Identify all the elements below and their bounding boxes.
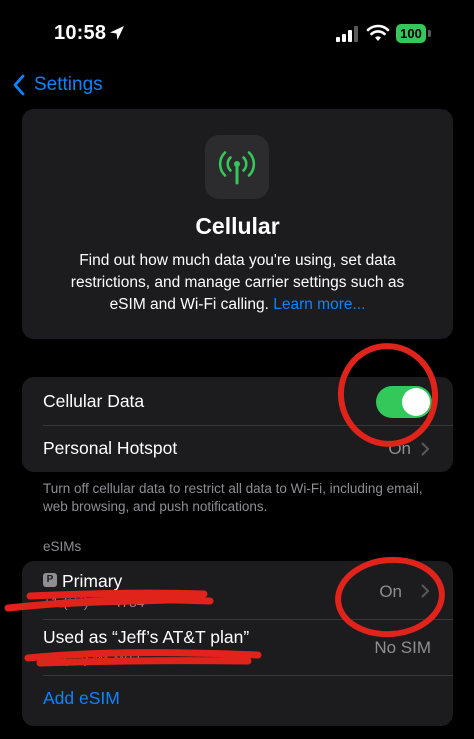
chevron-left-icon [13, 74, 25, 96]
primary-badge: P [43, 573, 57, 587]
battery-icon: 100 [396, 24, 426, 43]
wifi-icon [366, 24, 390, 41]
back-label: Settings [34, 74, 103, 95]
add-esim-button[interactable]: Add eSIM [43, 688, 120, 709]
row-separator [43, 425, 453, 426]
toggle-knob [402, 388, 430, 416]
row-separator [43, 675, 453, 676]
antenna-icon [205, 135, 269, 199]
personal-hotspot-label[interactable]: Personal Hotspot [43, 438, 177, 459]
cellular-data-footnote: Turn off cellular data to restrict all d… [43, 481, 423, 514]
learn-more-link[interactable]: Learn more... [273, 296, 365, 313]
page-title: Cellular [195, 213, 280, 239]
cellular-description: Find out how much data you're using, set… [52, 250, 423, 316]
status-bar: 10:58 100 [0, 0, 474, 70]
primary-esim-label[interactable]: Primary [62, 571, 122, 592]
personal-hotspot-value: On [388, 439, 411, 458]
cellular-data-group: Cellular Data Personal Hotspot On [22, 377, 453, 472]
status-time: 10:58 [54, 22, 107, 44]
primary-esim-number: +1 (***) ***-4784 [43, 594, 145, 610]
cellular-data-label: Cellular Data [43, 391, 145, 411]
secondary-esim-number: +1 (***) ***-**02 [43, 650, 140, 666]
chevron-right-icon [421, 442, 429, 456]
esims-section-header: eSIMs [43, 539, 82, 554]
primary-esim-value: On [379, 582, 402, 601]
cellular-info-card: Cellular Find out how much data you're u… [22, 109, 453, 339]
chevron-right-icon [421, 584, 429, 598]
battery-tip [428, 30, 431, 37]
cellular-data-toggle[interactable] [376, 386, 432, 418]
row-separator [43, 619, 453, 620]
location-arrow-icon [110, 26, 124, 40]
secondary-esim-value: No SIM [374, 638, 431, 657]
esims-group: P Primary +1 (***) ***-4784 On Used as “… [22, 561, 453, 726]
cellular-signal-icon [336, 26, 358, 42]
secondary-esim-label[interactable]: Used as “Jeff’s AT&T plan” [43, 627, 249, 648]
back-button[interactable]: Settings [12, 72, 103, 98]
